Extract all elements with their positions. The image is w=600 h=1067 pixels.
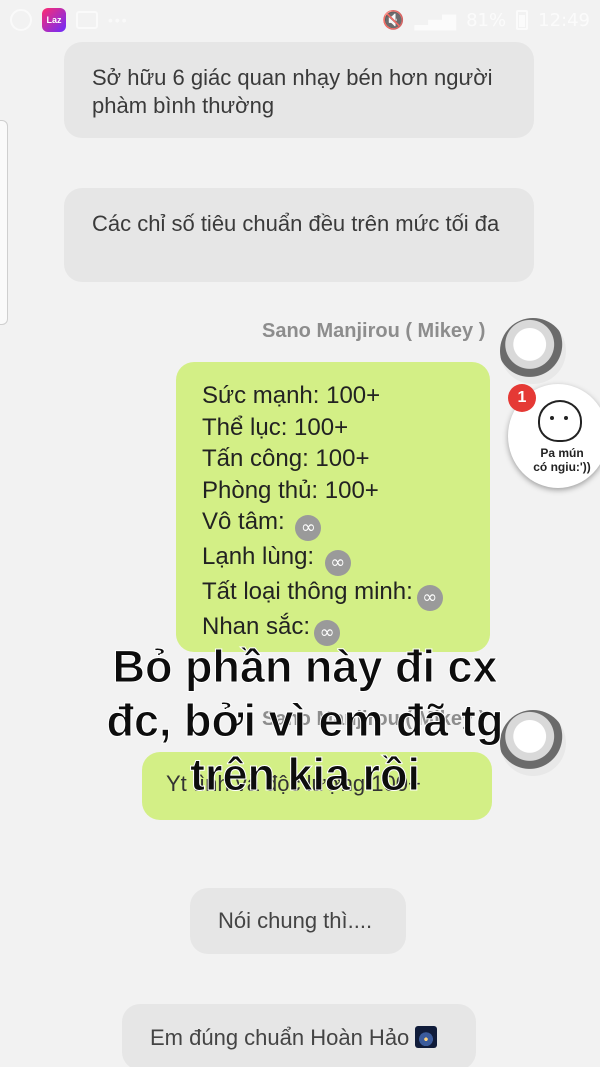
message-bubble-stats[interactable]: Sức mạnh: 100+ Thể lục: 100+ Tấn công: 1…	[176, 362, 490, 652]
message-text: Em đúng chuẩn Hoàn Hảo	[150, 1025, 410, 1050]
infinity-icon: ∞	[295, 515, 322, 541]
message-text: Sở hữu 6 giác quan nhạy bén hơn người ph…	[92, 65, 493, 118]
stat-line: Vô tâm: ∞	[202, 506, 464, 541]
mute-icon: 🔇	[382, 9, 405, 31]
battery-percent: 81%	[466, 9, 507, 31]
unread-badge: 1	[508, 384, 536, 412]
stat-line: Phòng thủ: 100+	[202, 476, 379, 504]
battery-icon	[516, 10, 529, 30]
messenger-icon	[10, 9, 32, 31]
cartoon-face-icon	[538, 400, 582, 442]
signal-icon: ▂▄▆	[414, 9, 457, 31]
stat-line: Thể lục: 100+	[202, 413, 349, 441]
side-panel-handle[interactable]	[0, 120, 8, 325]
stat-line: Tất loại thông minh: ∞	[202, 576, 464, 611]
avatar[interactable]	[500, 318, 566, 384]
stat-line: Tấn công: 100+	[202, 445, 370, 472]
gallery-icon	[76, 11, 98, 29]
status-bar: Laz ••• 🔇 ▂▄▆ 81% 12:49	[0, 0, 600, 40]
message-text: Các chỉ số tiêu chuẩn đều trên mức tối đ…	[92, 211, 500, 236]
stat-line: Sức mạnh: 100+	[202, 382, 381, 409]
chat-head-text: Pa mún có ngiu:'))	[533, 446, 591, 474]
overlay-caption: Bỏ phần này đi cx đc, bởi vì em đã tg tr…	[106, 641, 504, 801]
message-text: Nói chung thì....	[218, 908, 373, 933]
night-sky-emoji-icon	[415, 1026, 438, 1048]
clock: 12:49	[538, 9, 590, 31]
message-bubble[interactable]: Em đúng chuẩn Hoàn Hảo	[122, 1004, 476, 1067]
sender-name: Sano Manjirou ( Mikey )	[262, 320, 486, 342]
message-bubble[interactable]: Các chỉ số tiêu chuẩn đều trên mức tối đ…	[64, 188, 534, 282]
more-notifications-icon: •••	[108, 12, 129, 28]
message-bubble[interactable]: Sở hữu 6 giác quan nhạy bén hơn người ph…	[64, 42, 534, 138]
lazada-app-icon: Laz	[42, 8, 66, 32]
stat-line: Lạnh lùng: ∞	[202, 541, 464, 576]
message-bubble[interactable]: Nói chung thì....	[190, 888, 406, 954]
infinity-icon: ∞	[324, 550, 351, 576]
infinity-icon: ∞	[416, 585, 443, 611]
